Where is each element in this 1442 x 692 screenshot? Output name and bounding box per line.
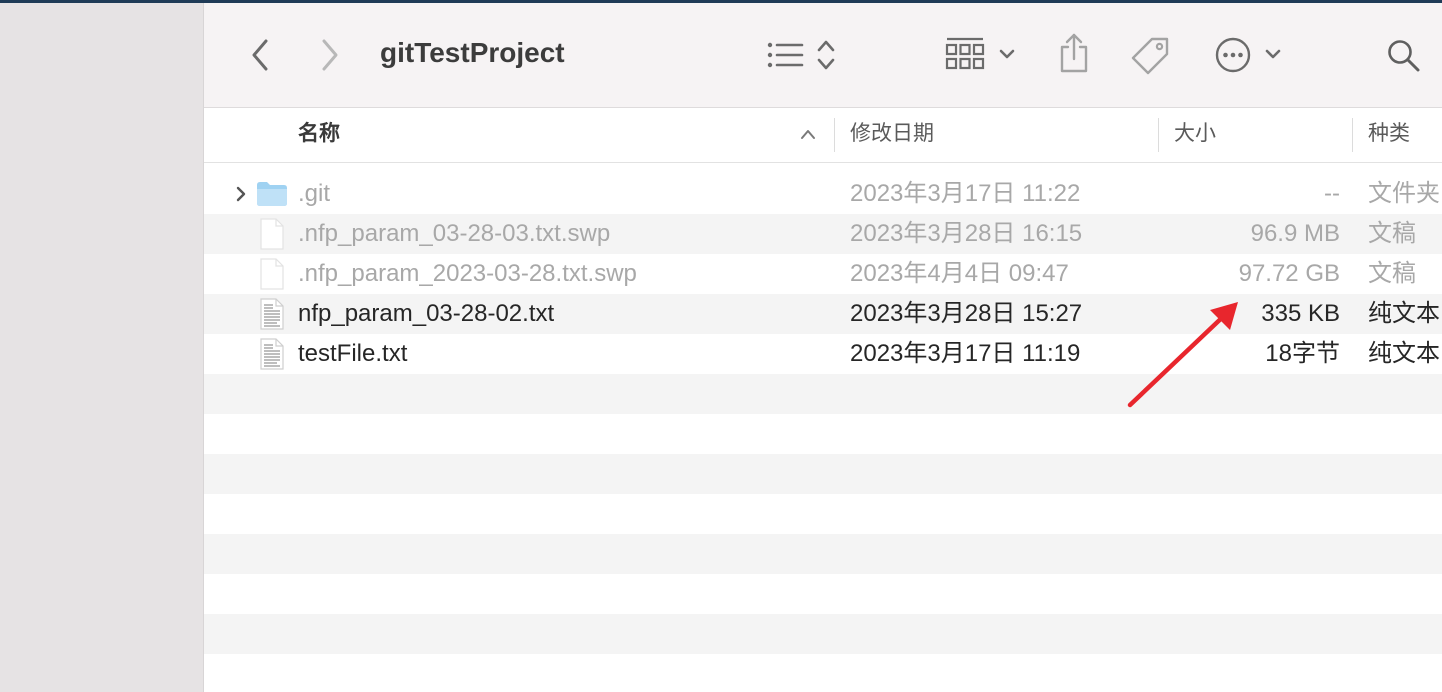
- empty-row: [204, 494, 1442, 534]
- file-size: 96.9 MB: [1250, 220, 1340, 247]
- file-name: .nfp_param_03-28-03.txt.swp: [298, 220, 611, 247]
- list-view-icon: [767, 40, 835, 70]
- search-button[interactable]: [1384, 35, 1424, 77]
- file-row[interactable]: .nfp_param_03-28-03.txt.swp 2023年3月28日 1…: [204, 214, 1442, 254]
- file-kind: 文稿: [1368, 220, 1416, 247]
- window-title: gitTestProject: [380, 37, 565, 68]
- search-icon: [1388, 40, 1420, 72]
- chevron-right-icon: [322, 39, 338, 71]
- column-kind-label: 种类: [1368, 122, 1410, 145]
- file-date: 2023年4月4日 09:47: [850, 260, 1069, 287]
- column-name-label: 名称: [298, 122, 340, 145]
- grid-group-icon: [945, 37, 1015, 70]
- column-divider[interactable]: [1352, 118, 1353, 152]
- file-kind: 文件夹: [1368, 180, 1440, 207]
- file-date: 2023年3月28日 15:27: [850, 300, 1083, 327]
- empty-row: [204, 614, 1442, 654]
- tag-button[interactable]: [1128, 33, 1174, 79]
- tag-icon: [1131, 37, 1169, 75]
- file-row[interactable]: .nfp_param_2023-03-28.txt.swp 2023年4月4日 …: [204, 254, 1442, 294]
- file-name: testFile.txt: [298, 340, 408, 367]
- empty-row: [204, 454, 1442, 494]
- forward-button[interactable]: [312, 35, 348, 75]
- file-date: 2023年3月28日 16:15: [850, 220, 1083, 247]
- empty-row: [204, 414, 1442, 454]
- column-size[interactable]: 大小: [1174, 108, 1344, 162]
- group-button[interactable]: [942, 33, 1020, 77]
- file-size: --: [1324, 180, 1340, 207]
- empty-row: [204, 574, 1442, 614]
- column-size-label: 大小: [1174, 122, 1216, 145]
- file-name: .nfp_param_2023-03-28.txt.swp: [298, 260, 637, 287]
- ellipsis-circle-icon: [1215, 37, 1281, 73]
- empty-row: [204, 534, 1442, 574]
- file-size: 97.72 GB: [1238, 260, 1340, 287]
- file-kind: 纯文本: [1368, 300, 1440, 327]
- file-row[interactable]: .git 2023年3月17日 11:22 -- 文件夹: [204, 174, 1442, 214]
- column-name[interactable]: 名称: [298, 108, 798, 162]
- document-icon: [260, 218, 284, 250]
- chevron-up-icon[interactable]: [800, 128, 816, 140]
- file-date: 2023年3月17日 11:19: [850, 340, 1081, 367]
- document-icon: [260, 258, 284, 290]
- file-row[interactable]: testFile.txt 2023年3月17日 11:19 18字节 纯文本: [204, 334, 1442, 374]
- folder-icon: [257, 182, 287, 206]
- more-actions-button[interactable]: [1212, 33, 1290, 77]
- file-date: 2023年3月17日 11:22: [850, 180, 1081, 207]
- disclosure-chevron-icon[interactable]: [235, 186, 247, 202]
- column-header-bar: 名称 修改日期 大小 种类: [204, 108, 1442, 163]
- file-kind: 文稿: [1368, 260, 1416, 287]
- text-file-icon: [260, 338, 284, 370]
- column-date-label: 修改日期: [850, 122, 934, 145]
- file-row[interactable]: nfp_param_03-28-02.txt 2023年3月28日 15:27 …: [204, 294, 1442, 334]
- file-kind: 纯文本: [1368, 340, 1440, 367]
- text-file-icon: [260, 298, 284, 330]
- column-date[interactable]: 修改日期: [850, 108, 1150, 162]
- empty-row: [204, 654, 1442, 692]
- sidebar: [0, 3, 204, 692]
- back-button[interactable]: [242, 35, 278, 75]
- share-button[interactable]: [1052, 29, 1096, 77]
- column-divider[interactable]: [1158, 118, 1159, 152]
- empty-row: [204, 374, 1442, 414]
- red-arrow-annotation: [1127, 302, 1238, 408]
- share-icon: [1060, 33, 1088, 73]
- file-name: nfp_param_03-28-02.txt: [298, 300, 555, 327]
- toolbar: gitTestProject: [204, 3, 1442, 108]
- view-options-button[interactable]: [760, 33, 840, 77]
- chevron-left-icon: [252, 39, 268, 71]
- column-kind[interactable]: 种类: [1368, 108, 1442, 162]
- column-divider[interactable]: [834, 118, 835, 152]
- file-name: .git: [298, 180, 331, 207]
